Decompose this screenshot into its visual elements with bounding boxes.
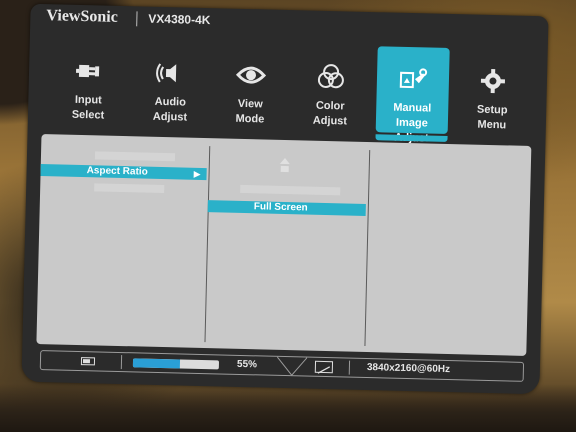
resolution-readout: 3840x2160@60Hz [366, 362, 451, 376]
speaker-icon [135, 58, 208, 94]
status-divider [348, 360, 351, 375]
main-menu: Input Select Audio Adjust View Mode Colo… [28, 38, 548, 144]
submenu-panel: Aspect Ratio ▶ Full Screen [36, 134, 532, 356]
menu-item-view-mode[interactable]: View Mode [214, 42, 288, 130]
submenu-item-label: Aspect Ratio [86, 165, 148, 178]
menu-label-audio-adjust: Audio Adjust [152, 95, 188, 124]
display-signal-icon [314, 360, 334, 374]
brand-logo: ViewSonic [46, 7, 119, 26]
option-full-screen[interactable]: Full Screen [207, 200, 366, 216]
chevron-right-icon: ▶ [193, 168, 201, 179]
progress-bar [132, 358, 220, 370]
manual-image-adjust-icon [376, 64, 449, 100]
input-plug-icon [53, 56, 126, 92]
option-faded[interactable] [240, 184, 341, 196]
status-notch [276, 356, 308, 376]
menu-label-setup-menu: Setup Menu [476, 103, 508, 132]
menu-label-view-mode: View Mode [235, 97, 265, 126]
title-divider [136, 11, 138, 27]
submenu-item-faded-lower[interactable] [94, 183, 165, 194]
scroll-up-icon [279, 156, 291, 174]
menu-item-setup-menu[interactable]: Setup Menu [456, 48, 530, 136]
column-divider-2 [364, 150, 371, 347]
option-label: Full Screen [253, 201, 308, 214]
model-name: VX4380-4K [148, 11, 211, 28]
submenu-item-faded-upper[interactable] [94, 151, 176, 162]
menu-label-input-select: Input Select [71, 93, 105, 122]
battery-icon [80, 357, 96, 366]
menu-label-color-adjust: Color Adjust [312, 99, 348, 128]
gear-icon [456, 66, 529, 102]
status-bar: 55% 3840x2160@60Hz [39, 350, 525, 382]
color-circles-icon [295, 62, 368, 98]
submenu-item-aspect-ratio[interactable]: Aspect Ratio ▶ [40, 164, 207, 181]
progress-fill [132, 358, 181, 369]
menu-item-audio-adjust[interactable]: Audio Adjust [134, 40, 208, 128]
eye-icon [215, 60, 288, 96]
status-divider [120, 355, 123, 370]
progress-percent: 55% [236, 358, 258, 371]
osd-menu: ViewSonic VX4380-4K Input Select Audio A… [21, 3, 549, 395]
menu-item-manual-image-adjust[interactable]: Manual Image Adjust [375, 46, 450, 144]
menu-item-input-select[interactable]: Input Select [52, 38, 126, 126]
menu-item-color-adjust[interactable]: Color Adjust [294, 44, 368, 132]
